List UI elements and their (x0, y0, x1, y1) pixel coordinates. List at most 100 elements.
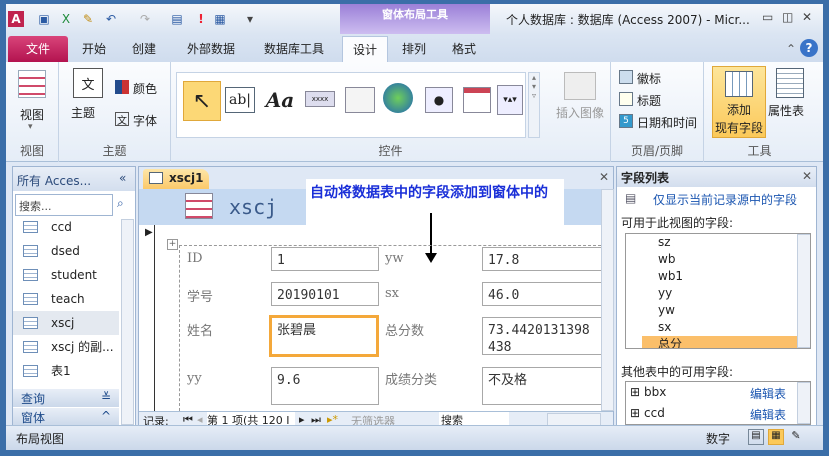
run-icon[interactable]: ! (193, 11, 209, 27)
themes-button[interactable]: 主题 (71, 104, 95, 121)
group-label: 控件 (378, 144, 403, 158)
nav-scrollbar[interactable] (121, 219, 134, 425)
redo-icon[interactable]: ↷ (137, 11, 153, 27)
tab-control-icon[interactable] (345, 87, 375, 113)
form-view-icon[interactable]: ▤ (748, 429, 764, 445)
label-control-icon[interactable]: Aa (263, 85, 297, 115)
form-icon[interactable]: ▤ (169, 11, 185, 27)
web-browser-icon[interactable]: ● (425, 87, 453, 113)
field-item[interactable]: wb (658, 251, 810, 268)
customize-qat-icon[interactable]: ▾ (242, 11, 258, 27)
layout-view-icon[interactable]: ▦ (768, 429, 784, 445)
other-scrollbar[interactable] (797, 382, 810, 424)
shutter-bar-icon[interactable]: « (119, 171, 126, 185)
tab-xscj1[interactable]: xscj1 (143, 169, 209, 189)
nav-header[interactable]: 所有 Acces... « (13, 167, 135, 191)
list-item[interactable]: teach (13, 287, 119, 311)
list-item[interactable]: student (13, 263, 119, 287)
vertical-scrollbar[interactable] (601, 189, 614, 411)
tab-create[interactable]: 创建 (122, 36, 166, 62)
tab-design[interactable]: 设计 (342, 36, 388, 62)
table-name[interactable]: ccd (644, 406, 665, 420)
tab-file[interactable]: 文件 (8, 36, 68, 62)
field-textbox-selected[interactable]: 张碧晨 (269, 315, 379, 357)
edit-table-link[interactable]: 编辑表 (750, 406, 786, 423)
view-icon[interactable] (18, 70, 46, 98)
expand-icon[interactable]: ⊞ (630, 385, 640, 399)
close-icon[interactable]: ✕ (802, 10, 812, 24)
property-sheet-button[interactable]: 属性表 (768, 102, 804, 119)
close-pane-icon[interactable]: ✕ (802, 169, 812, 183)
design-view-icon[interactable]: ✎ (788, 429, 804, 445)
nav-search-input[interactable]: 搜索... (15, 194, 113, 216)
fonts-icon: 文 (115, 112, 129, 127)
undo-icon[interactable]: ↶ (103, 11, 119, 27)
list-item[interactable]: 表1 (13, 359, 119, 383)
date-time-button[interactable]: 日期和时间 (637, 114, 697, 131)
logo-button[interactable]: 徽标 (637, 70, 661, 87)
field-textbox[interactable]: 73.4420131398438 (482, 317, 602, 355)
tab-format[interactable]: 格式 (442, 36, 486, 62)
save-icon[interactable]: ▣ (36, 11, 52, 27)
help-icon[interactable]: ? (800, 39, 818, 57)
nav-group-queries[interactable]: 查询 ≚ (13, 389, 119, 407)
field-textbox[interactable]: 17.8 (482, 247, 602, 271)
fonts-button[interactable]: 字体 (133, 112, 157, 129)
list-item[interactable]: xscj 的副... (13, 335, 119, 359)
title-button[interactable]: 标题 (637, 92, 661, 109)
fields-scrollbar[interactable] (797, 234, 810, 348)
close-document-icon[interactable]: ✕ (599, 170, 609, 184)
field-textbox[interactable]: 1 (271, 247, 379, 271)
collapse-ribbon-icon[interactable]: ⌃ (786, 42, 796, 56)
button-control-icon[interactable]: xxxx (305, 91, 335, 107)
field-item-selected[interactable]: 总分 (642, 336, 810, 348)
nav-group-forms[interactable]: 窗体 ^ (13, 408, 119, 426)
field-item[interactable]: sx (658, 319, 810, 336)
field-item[interactable]: yw (658, 302, 810, 319)
restore-icon[interactable]: ◫ (782, 10, 793, 24)
textbox-control-icon[interactable]: ab| (225, 87, 255, 113)
combo-box-icon[interactable]: ▾▴▾ (497, 85, 523, 115)
field-list-pane: 字段列表 ✕ ▤ 仅显示当前记录源中的字段 可用于此视图的字段: sz wb wb… (616, 166, 817, 426)
minimize-icon[interactable]: ▭ (762, 10, 773, 24)
access-logo-icon[interactable]: A (8, 11, 24, 27)
theme-icon[interactable]: 文 (73, 68, 103, 98)
field-textbox[interactable]: 9.6 (271, 367, 379, 405)
nav-list: ccd dsed student teach xscj xscj 的副... 表… (13, 219, 119, 387)
pane-title: 字段列表 (621, 171, 670, 185)
tab-arrange[interactable]: 排列 (392, 36, 436, 62)
show-only-current-link[interactable]: 仅显示当前记录源中的字段 (653, 191, 797, 208)
field-item[interactable]: wb1 (658, 268, 810, 285)
record-selector[interactable]: ▶ (143, 225, 155, 411)
list-item[interactable]: ccd (13, 219, 119, 239)
search-icon[interactable]: ⌕ (117, 196, 124, 211)
tab-home[interactable]: 开始 (72, 36, 116, 62)
table-name[interactable]: bbx (644, 385, 666, 399)
field-item[interactable]: sz (658, 234, 810, 251)
edit-table-link[interactable]: 编辑表 (750, 385, 786, 402)
field-item[interactable]: yy (658, 285, 810, 302)
gallery-scroll[interactable]: ▴ ▾ ▿ (528, 72, 540, 138)
edit-icon[interactable]: ✎ (80, 11, 96, 27)
insert-image-button[interactable]: 插入图像 (556, 104, 604, 121)
expand-icon[interactable]: ⊞ (630, 406, 640, 420)
list-item[interactable]: xscj (13, 311, 119, 335)
list-item[interactable]: dsed (13, 239, 119, 263)
add-existing-fields-button[interactable]: 添加 现有字段 (712, 66, 766, 138)
hyperlink-icon[interactable] (383, 83, 413, 113)
excel-export-icon[interactable]: X (58, 11, 74, 27)
select-pointer-icon[interactable]: ↖ (183, 81, 221, 121)
navigation-control-icon[interactable] (463, 87, 491, 113)
tab-external-data[interactable]: 外部数据 (176, 36, 246, 62)
field-label: yy (187, 371, 202, 386)
table-icon (23, 245, 38, 257)
field-textbox[interactable]: 46.0 (482, 282, 602, 306)
layout-move-handle-icon[interactable]: + (167, 239, 178, 250)
tab-database-tools[interactable]: 数据库工具 (254, 36, 334, 62)
group-controls: ↖ ab| Aa xxxx ● ▾▴▾ ▴ ▾ ▿ 插入图像 控件 (171, 62, 611, 162)
colors-button[interactable]: 颜色 (133, 80, 157, 97)
field-textbox[interactable]: 不及格 (482, 367, 602, 405)
datasheet-icon[interactable]: ▦ (212, 11, 228, 27)
view-button[interactable]: 视图 (20, 106, 44, 123)
field-textbox[interactable]: 20190101 (271, 282, 379, 306)
